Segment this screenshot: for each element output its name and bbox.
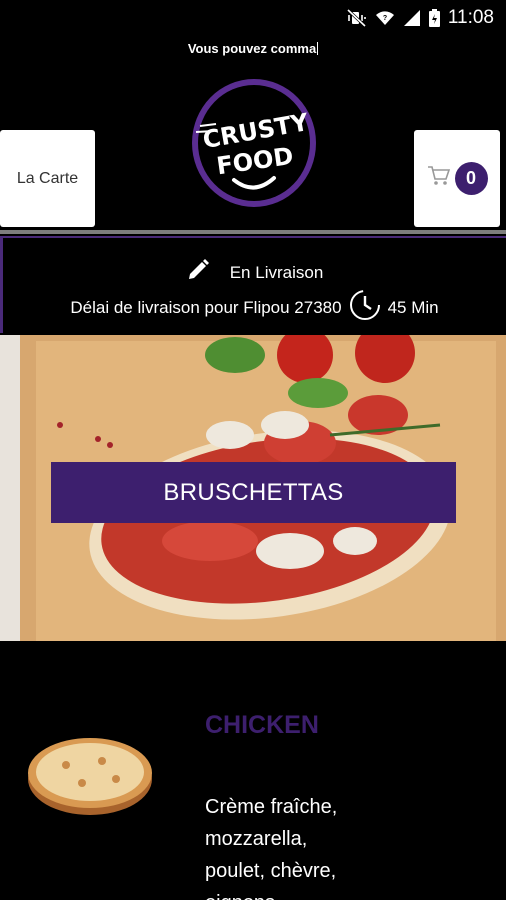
delivery-panel[interactable]: En Livraison Délai de livraison pour Fli… xyxy=(0,236,506,333)
delivery-mode-label: En Livraison xyxy=(229,262,324,282)
category-label: BRUSCHETTAS xyxy=(51,462,456,523)
cell-signal-icon xyxy=(403,9,421,27)
menu-button-label: La Carte xyxy=(16,169,79,187)
product-description-line: Crème fraîche, xyxy=(205,796,338,818)
delivery-mode-row[interactable]: En Livraison xyxy=(3,258,506,287)
status-icons: ? 11:08 xyxy=(346,7,494,29)
svg-text:?: ? xyxy=(383,15,387,22)
header-divider xyxy=(0,230,506,234)
delivery-info-text: Délai de livraison pour Flipou 27380 xyxy=(70,297,342,317)
wifi-icon: ? xyxy=(375,9,395,27)
cart-count-badge: 0 xyxy=(454,162,488,195)
product-name: CHICKEN xyxy=(205,711,319,739)
delivery-time: 45 Min xyxy=(387,297,439,317)
status-bar: ? 11:08 xyxy=(0,0,506,36)
status-time: 11:08 xyxy=(447,7,494,28)
product-description-line: poulet, chèvre, xyxy=(205,860,337,882)
product-description-line: mozzarella, xyxy=(205,828,308,850)
product-description-line: oignons xyxy=(205,887,485,900)
pencil-icon[interactable] xyxy=(186,258,210,287)
marquee-text: Vous pouvez comma xyxy=(187,41,317,56)
crusty-food-logo[interactable]: CRUSTY FOOD xyxy=(190,76,318,209)
mute-vibrate-icon xyxy=(346,9,367,27)
product-image xyxy=(26,733,154,817)
announcement-marquee: Vous pouvez comma xyxy=(0,41,506,56)
cart-button[interactable]: 0 xyxy=(414,130,500,227)
delivery-info-row: Délai de livraison pour Flipou 27380 45 … xyxy=(3,288,506,327)
menu-button[interactable]: La Carte xyxy=(0,130,95,227)
cart-icon xyxy=(427,165,451,192)
clock-icon xyxy=(348,288,382,327)
battery-icon xyxy=(428,9,440,27)
product-card[interactable]: CHICKEN Crème fraîche, mozzarella, poule… xyxy=(0,641,506,900)
category-banner[interactable]: BRUSCHETTAS xyxy=(0,335,506,641)
product-description: Crème fraîche, mozzarella, poulet, chèvr… xyxy=(205,791,485,900)
text-caret xyxy=(317,42,319,55)
